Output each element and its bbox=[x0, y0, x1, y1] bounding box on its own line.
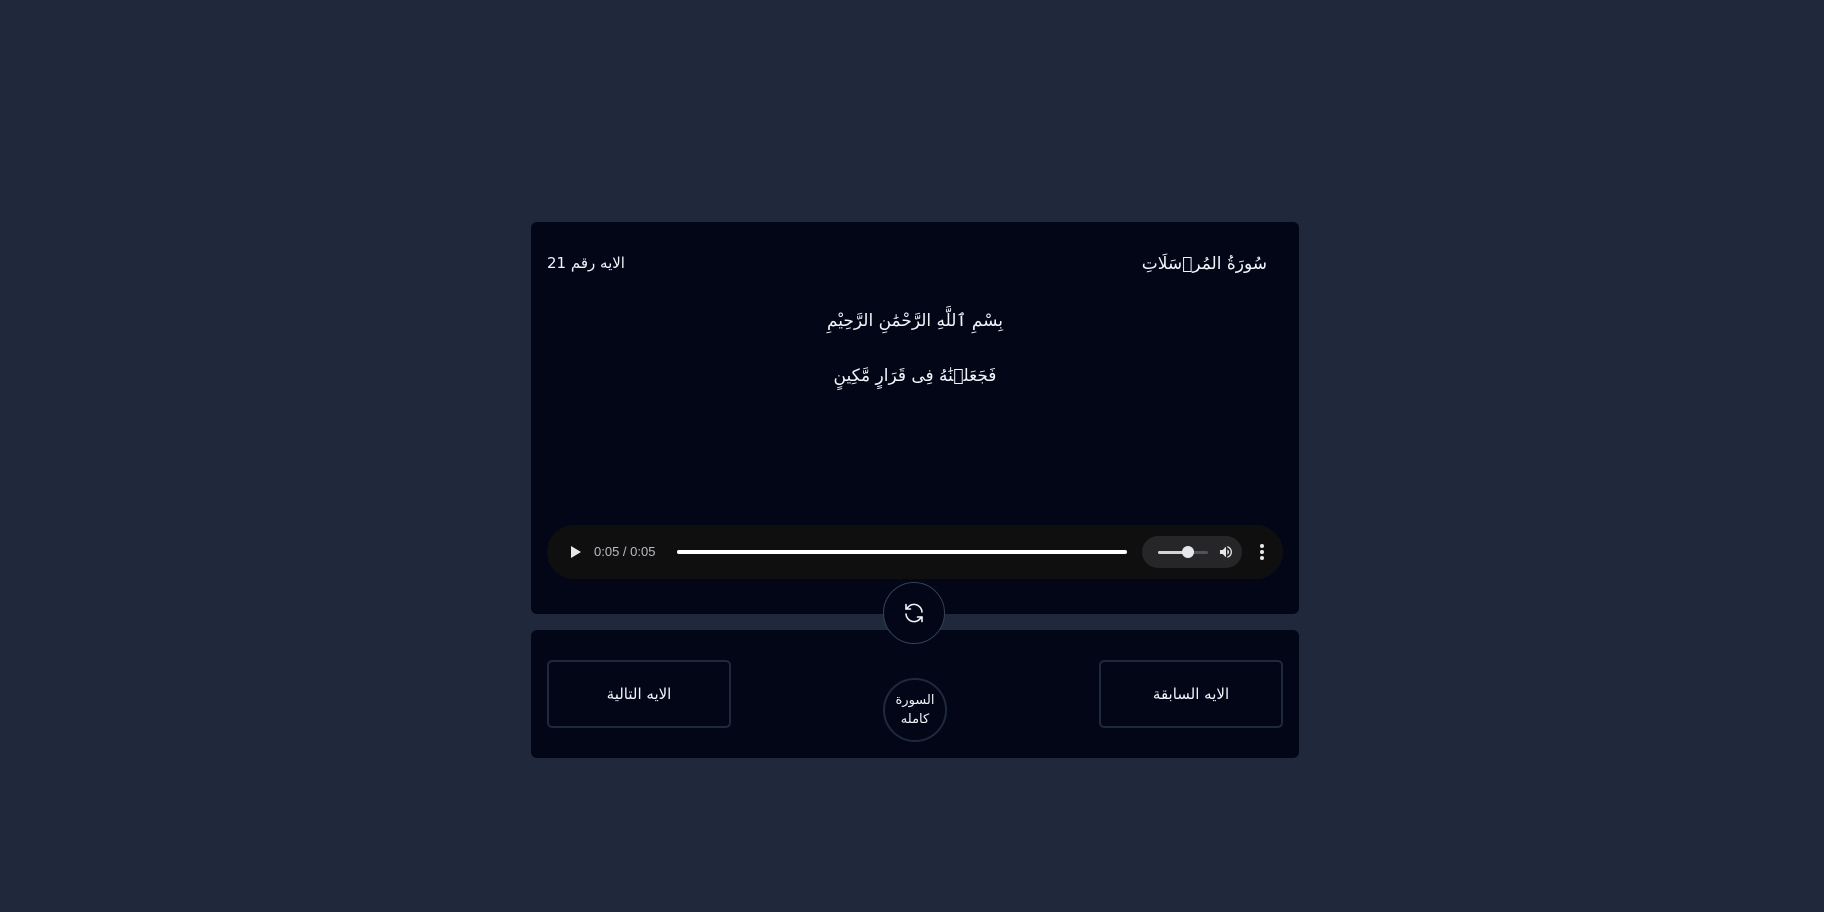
basmala-text: بِسْمِ ٱللَّهِ الرَّحْمَٰنِ الرَّحِيْمِ bbox=[826, 311, 1004, 331]
more-vertical-icon bbox=[1260, 544, 1264, 548]
audio-player: 0:05 / 0:05 bbox=[547, 525, 1283, 579]
navigation-card: الايه التالية السورة كامله الايه السابقة bbox=[531, 630, 1299, 758]
next-ayah-button[interactable]: الايه التالية bbox=[547, 660, 731, 728]
full-surah-button[interactable]: السورة كامله bbox=[883, 678, 947, 742]
refresh-button[interactable] bbox=[883, 582, 945, 644]
play-icon bbox=[570, 546, 581, 558]
ayah-card: سُورَةُ المُرۡسَلَاتِ الايه رقم 21 بِسْم… bbox=[531, 222, 1299, 614]
seek-bar-fill bbox=[677, 550, 1127, 554]
volume-control bbox=[1142, 536, 1242, 568]
seek-bar[interactable] bbox=[677, 550, 1127, 554]
speaker-icon[interactable] bbox=[1218, 544, 1234, 560]
ayah-number: الايه رقم 21 bbox=[547, 254, 625, 272]
full-surah-label: السورة كامله bbox=[895, 693, 935, 727]
previous-ayah-button[interactable]: الايه السابقة bbox=[1099, 660, 1283, 728]
ayah-text: فَجَعَلۡنَٰهُ فِى قَرَارٍ مَّكِينٍ bbox=[833, 366, 997, 386]
play-button[interactable] bbox=[559, 537, 589, 567]
time-display: 0:05 / 0:05 bbox=[594, 544, 656, 559]
surah-title: سُورَةُ المُرۡسَلَاتِ bbox=[1141, 254, 1267, 274]
refresh-icon bbox=[905, 603, 923, 623]
volume-slider-handle[interactable] bbox=[1182, 546, 1194, 558]
volume-slider[interactable] bbox=[1158, 546, 1208, 558]
more-options-button[interactable] bbox=[1252, 542, 1272, 562]
page: سُورَةُ المُرۡسَلَاتِ الايه رقم 21 بِسْم… bbox=[0, 0, 1824, 912]
